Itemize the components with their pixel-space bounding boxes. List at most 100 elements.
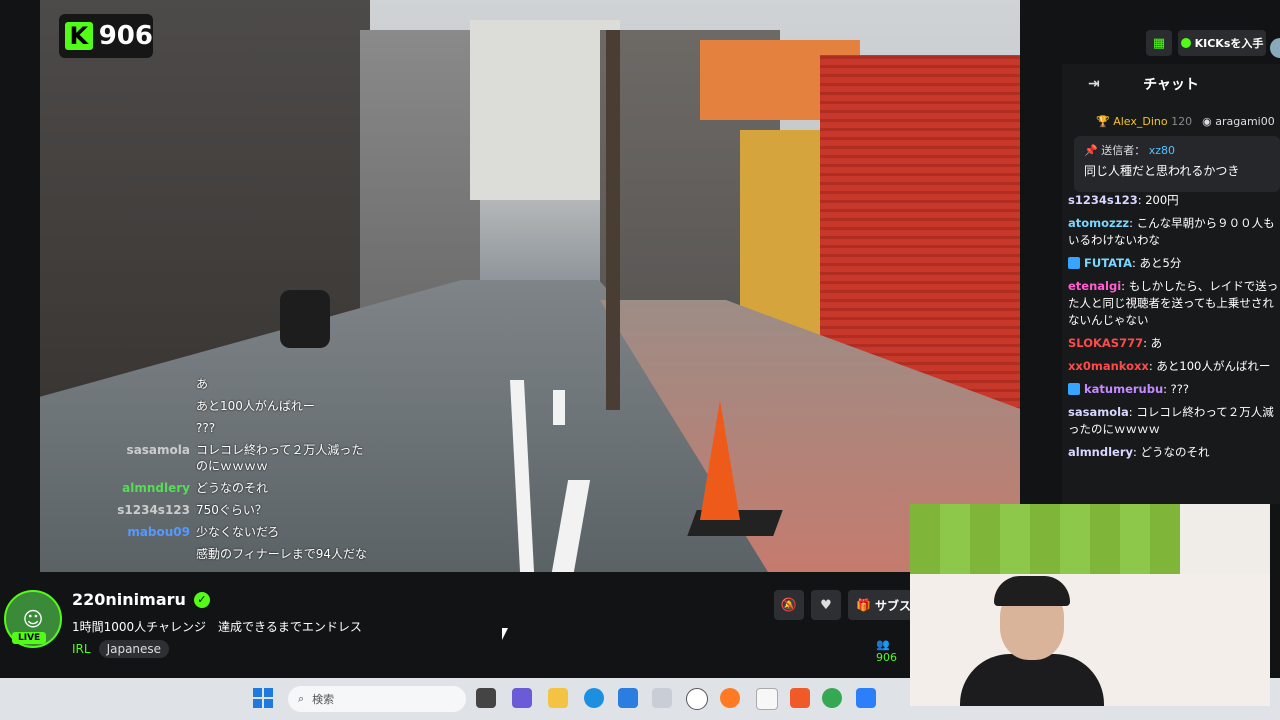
- viewer-count-badge: K 906: [59, 14, 153, 58]
- overlay-chat-text: あと100人がんばれー: [196, 399, 315, 413]
- overlay-chat-row: sasamola コレコレ終わって２万人減ったのにｗｗｗｗ: [110, 442, 370, 474]
- video-lane-line: [553, 390, 565, 425]
- kick-logo-icon: K: [65, 22, 93, 50]
- viewer-count-small: 👥 906: [876, 638, 897, 664]
- overlay-chat-text: ???: [196, 421, 216, 435]
- overlay-chat-row: あ: [110, 376, 370, 392]
- file-explorer-icon[interactable]: [548, 688, 568, 708]
- chat-panel: ⇥ チャット 🏆 Alex_Dino 120 ◉ aragami00 📌 送信者…: [1062, 64, 1280, 504]
- taskbar-search-icon: ⌕: [298, 692, 305, 705]
- language-tag[interactable]: Japanese: [98, 640, 170, 658]
- chat-message: SLOKAS777: あ: [1068, 335, 1280, 352]
- store-icon[interactable]: ▦: [1146, 30, 1172, 56]
- taskbar-search-placeholder: 検索: [312, 693, 335, 706]
- chat-username[interactable]: xx0mankoxx: [1068, 359, 1149, 373]
- overlay-chat-row: ???: [110, 420, 370, 436]
- verified-icon: ✓: [193, 591, 210, 608]
- dell-icon[interactable]: [686, 688, 708, 710]
- chat-leaderboard: 🏆 Alex_Dino 120 ◉ aragami00: [1062, 106, 1280, 136]
- subscribe-label: サブス: [874, 598, 911, 613]
- video-utility-pole: [606, 30, 620, 410]
- chat-username[interactable]: almndlery: [1068, 445, 1133, 459]
- chat-username[interactable]: sasamola: [1068, 405, 1129, 419]
- chat-username[interactable]: SLOKAS777: [1068, 336, 1143, 350]
- taskbar-search[interactable]: ⌕ 検索: [288, 686, 466, 712]
- overlay-chat-text: コレコレ終わって２万人減ったのにｗｗｗｗ: [196, 443, 364, 473]
- collapse-chat-icon[interactable]: ⇥: [1088, 76, 1100, 92]
- overlay-chat-user: [110, 398, 196, 414]
- stream-video[interactable]: ああと100人がんばれー??? sasamola コレコレ終わって２万人減ったのにｗ…: [40, 0, 1020, 572]
- overlay-chat-row: mabou09 少なくないだろ: [110, 524, 370, 540]
- live-badge: LIVE: [12, 632, 47, 644]
- chat-text: : あと5分: [1132, 256, 1182, 270]
- chat-message: etenalgi: もしかしたら、レイドで送った人と同じ視聴者を送っても上乗せさ…: [1068, 278, 1280, 329]
- overlay-chat: ああと100人がんばれー??? sasamola コレコレ終わって２万人減ったのにｗ…: [110, 376, 370, 568]
- pen-app-icon[interactable]: [652, 688, 672, 708]
- overlay-chat-user: [110, 546, 196, 562]
- chat-text: : 200円: [1137, 193, 1179, 207]
- overlay-chat-user: sasamola: [126, 443, 190, 457]
- overlay-chat-user: [110, 420, 196, 436]
- channel-name[interactable]: 220ninimaru: [72, 590, 186, 609]
- chat-username[interactable]: katumerubu: [1084, 382, 1163, 396]
- monitor-screen: ⌕ 検索 ああと100人がんばれー??? sasamola コレコレ終わって２万人減…: [0, 0, 1280, 720]
- kicks-coin-icon: [1180, 38, 1191, 48]
- mute-notification-button[interactable]: 🔕: [774, 590, 804, 620]
- subscribe-button[interactable]: 🎁 サブス: [848, 590, 912, 620]
- document-icon[interactable]: [756, 688, 778, 710]
- subscriber-badge-icon: [1068, 383, 1080, 395]
- overlay-chat-text: あ: [196, 377, 209, 391]
- overlay-chat-text: どうなのそれ: [196, 481, 269, 495]
- mouse-cursor: [502, 628, 508, 640]
- chat-header: ⇥ チャット: [1062, 64, 1280, 104]
- video-scooter: [280, 290, 330, 348]
- video-sky: [470, 20, 620, 200]
- chat-message: almndlery: どうなのそれ: [1068, 444, 1280, 461]
- brave-icon[interactable]: [790, 688, 810, 708]
- chat-message: s1234s123: 200円: [1068, 192, 1280, 209]
- chat-message-list: s1234s123: 200円 atomozzz: こんな早朝から９００人もいるわ…: [1068, 192, 1280, 467]
- webcam-person-hat: [994, 576, 1070, 606]
- viewer-count: 906: [98, 21, 153, 51]
- leader-1[interactable]: 🏆 Alex_Dino 120: [1096, 115, 1192, 128]
- meet-icon[interactable]: [512, 688, 532, 708]
- overlay-chat-text: 750ぐらい？: [196, 503, 267, 517]
- pinned-message[interactable]: 📌 送信者： xz80 同じ人種だと思われるかつき: [1074, 136, 1280, 192]
- pinned-text: 同じ人種だと思われるかつき: [1084, 164, 1240, 178]
- windows-start-icon[interactable]: [253, 688, 273, 708]
- chat-username[interactable]: s1234s123: [1068, 193, 1138, 207]
- chat-message: FUTATA: あと5分: [1068, 255, 1280, 272]
- chrome-icon[interactable]: [822, 688, 842, 708]
- chat-message: katumerubu: ???: [1068, 381, 1280, 398]
- get-kicks-label: KICKsを入手: [1194, 37, 1264, 50]
- video-traffic-cone: [700, 400, 740, 520]
- chat-text: : あと100人がんばれー: [1148, 359, 1271, 373]
- overlay-chat-row: s1234s123 750ぐらい？: [110, 502, 370, 518]
- user-avatar[interactable]: [1270, 38, 1280, 58]
- notepad-icon[interactable]: [856, 688, 876, 708]
- chat-text: : あ: [1143, 336, 1163, 350]
- edge-icon[interactable]: [584, 688, 604, 708]
- chat-username[interactable]: etenalgi: [1068, 279, 1121, 293]
- overlay-chat-row: 感動のフィナーレまで94人だな: [110, 546, 370, 562]
- task-view-icon[interactable]: [476, 688, 496, 708]
- category-link[interactable]: IRL: [72, 642, 91, 656]
- firefox-icon[interactable]: [720, 688, 740, 708]
- category-row: IRL Japanese: [72, 640, 170, 658]
- chat-username[interactable]: atomozzz: [1068, 216, 1129, 230]
- chat-username[interactable]: FUTATA: [1084, 256, 1132, 270]
- get-kicks-button[interactable]: KICKsを入手: [1178, 30, 1266, 56]
- overlay-chat-row: あと100人がんばれー: [110, 398, 370, 414]
- channel-name-row: 220ninimaru ✓: [72, 590, 210, 609]
- leader-2[interactable]: ◉ aragami00: [1202, 115, 1275, 128]
- follow-heart-button[interactable]: ♥: [811, 590, 841, 620]
- overlay-chat-user: mabou09: [127, 525, 190, 539]
- chat-text: : ???: [1163, 382, 1189, 396]
- stream-info-bar: ☺ LIVE 220ninimaru ✓ 1時間1000人チャレンジ 達成できる…: [0, 576, 912, 676]
- webcam-overlay: [910, 504, 1270, 706]
- store-app-icon[interactable]: [618, 688, 638, 708]
- overlay-chat-row: almndlery どうなのそれ: [110, 480, 370, 496]
- chat-text: : どうなのそれ: [1133, 445, 1210, 459]
- bell-off-icon: 🔕: [780, 597, 798, 613]
- overlay-chat-text: 少なくないだろ: [196, 525, 280, 539]
